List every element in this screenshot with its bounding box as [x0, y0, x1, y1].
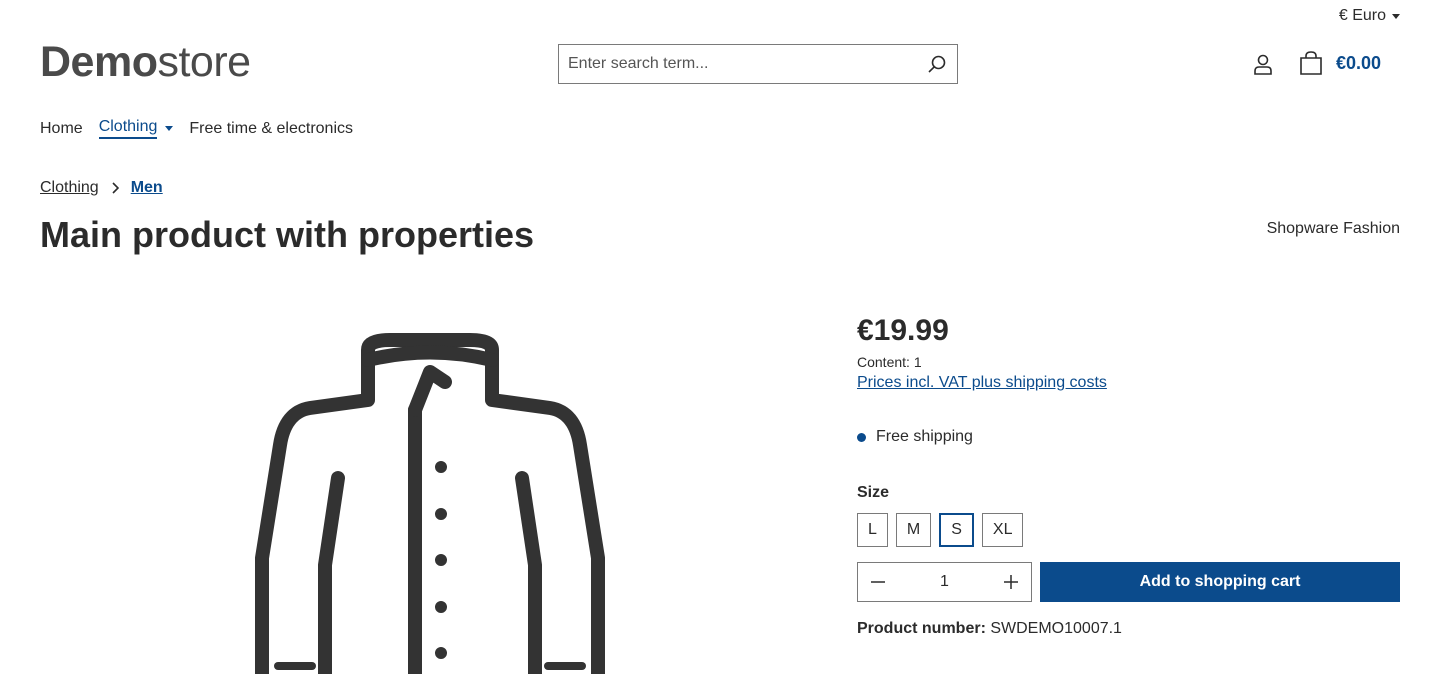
chevron-right-icon: [112, 182, 119, 194]
product-title: Main product with properties: [40, 214, 535, 255]
search-form: [558, 44, 958, 84]
logo-light-text: store: [157, 38, 251, 86]
currency-switcher[interactable]: € Euro: [1339, 7, 1400, 25]
status-dot-icon: [857, 432, 866, 442]
add-to-cart-button[interactable]: Add to shopping cart: [1040, 562, 1400, 602]
account-button[interactable]: [1251, 52, 1275, 76]
nav-item-free-time-electronics[interactable]: Free time & electronics: [189, 120, 353, 141]
search-icon: [928, 55, 946, 73]
size-option-s[interactable]: S: [939, 513, 974, 547]
nav-item-home[interactable]: Home: [40, 120, 83, 141]
shopping-bag-icon: [1300, 51, 1322, 75]
product-number-label: Product number:: [857, 620, 986, 637]
minus-icon: [871, 581, 885, 583]
search-input[interactable]: [559, 55, 917, 73]
breadcrumb-men[interactable]: Men: [131, 179, 163, 197]
cart-total: €0.00: [1336, 52, 1382, 73]
breadcrumb: Clothing Men: [40, 179, 163, 197]
quantity-input[interactable]: [914, 573, 975, 591]
product-number-value: SWDEMO10007.1: [990, 620, 1122, 637]
product-number: Product number: SWDEMO10007.1: [857, 620, 1400, 638]
shipping-info: Free shipping: [857, 428, 1400, 446]
jacket-icon: [255, 333, 605, 674]
size-option-l[interactable]: L: [857, 513, 888, 547]
size-options: L M S XL: [857, 513, 1400, 547]
logo[interactable]: Demostore: [40, 38, 251, 87]
nav-item-label: Free time & electronics: [189, 119, 353, 137]
quantity-increase-button[interactable]: [991, 563, 1031, 601]
nav-item-label: Home: [40, 119, 83, 137]
plus-icon: [1004, 575, 1018, 589]
size-option-m[interactable]: M: [895, 513, 932, 547]
logo-bold-text: Demo: [40, 38, 158, 86]
caret-down-icon: [1392, 13, 1400, 19]
product-price: €19.99: [857, 314, 949, 347]
buy-box: €19.99 Content: 1 Prices incl. VAT plus …: [857, 314, 1400, 638]
vat-shipping-link[interactable]: Prices incl. VAT plus shipping costs: [857, 374, 1107, 392]
quantity-decrease-button[interactable]: [858, 563, 898, 601]
shipping-label: Free shipping: [876, 428, 973, 445]
size-option-xl[interactable]: XL: [981, 513, 1024, 547]
breadcrumb-clothing[interactable]: Clothing: [40, 179, 99, 197]
user-icon: [1254, 54, 1272, 75]
nav-item-label: Clothing: [98, 118, 158, 139]
caret-down-icon: [165, 126, 174, 131]
quantity-stepper: [857, 562, 1032, 602]
nav-item-clothing[interactable]: Clothing: [98, 118, 174, 142]
search-button[interactable]: [917, 45, 957, 83]
cart-button[interactable]: €0.00: [1298, 50, 1381, 76]
product-content: Content: 1: [857, 354, 922, 370]
manufacturer-link[interactable]: Shopware Fashion: [1267, 220, 1400, 238]
buy-row: Add to shopping cart: [857, 562, 1400, 602]
currency-label: € Euro: [1338, 7, 1386, 24]
size-label: Size: [857, 484, 890, 501]
product-image[interactable]: [250, 330, 610, 674]
main-navigation: Home Clothing Free time & electronics: [40, 118, 353, 142]
